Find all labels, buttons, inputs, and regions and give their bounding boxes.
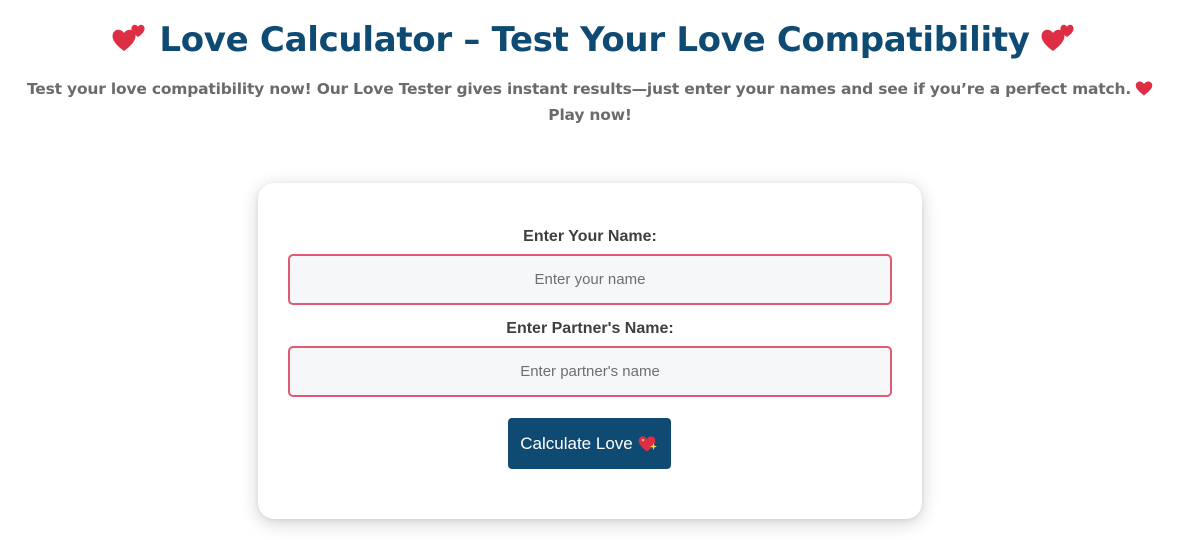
page-title: Love Calculator – Test Your Love Compati… — [159, 20, 1030, 60]
calculate-love-label: Calculate Love — [520, 433, 633, 453]
page-subtitle: Test your love compatibility now! Our Lo… — [10, 76, 1170, 128]
sparkling-heart-icon — [638, 434, 659, 453]
partner-name-label: Enter Partner's Name: — [506, 320, 674, 337]
subtitle-text: Test your love compatibility now! Our Lo… — [26, 80, 1132, 98]
red-heart-icon — [1135, 78, 1153, 96]
two-hearts-icon — [111, 17, 147, 51]
your-name-label: Enter Your Name: — [523, 228, 657, 245]
love-calculator-form: Enter Your Name: Enter Partner's Name: C… — [258, 183, 922, 519]
two-hearts-icon — [1040, 17, 1076, 51]
page-title-row: Love Calculator – Test Your Love Compati… — [0, 14, 1187, 66]
subtitle-play-now: Play now! — [548, 106, 632, 124]
your-name-input[interactable] — [288, 254, 892, 305]
partner-name-input[interactable] — [288, 346, 892, 397]
calculate-love-button[interactable]: Calculate Love — [508, 418, 671, 469]
